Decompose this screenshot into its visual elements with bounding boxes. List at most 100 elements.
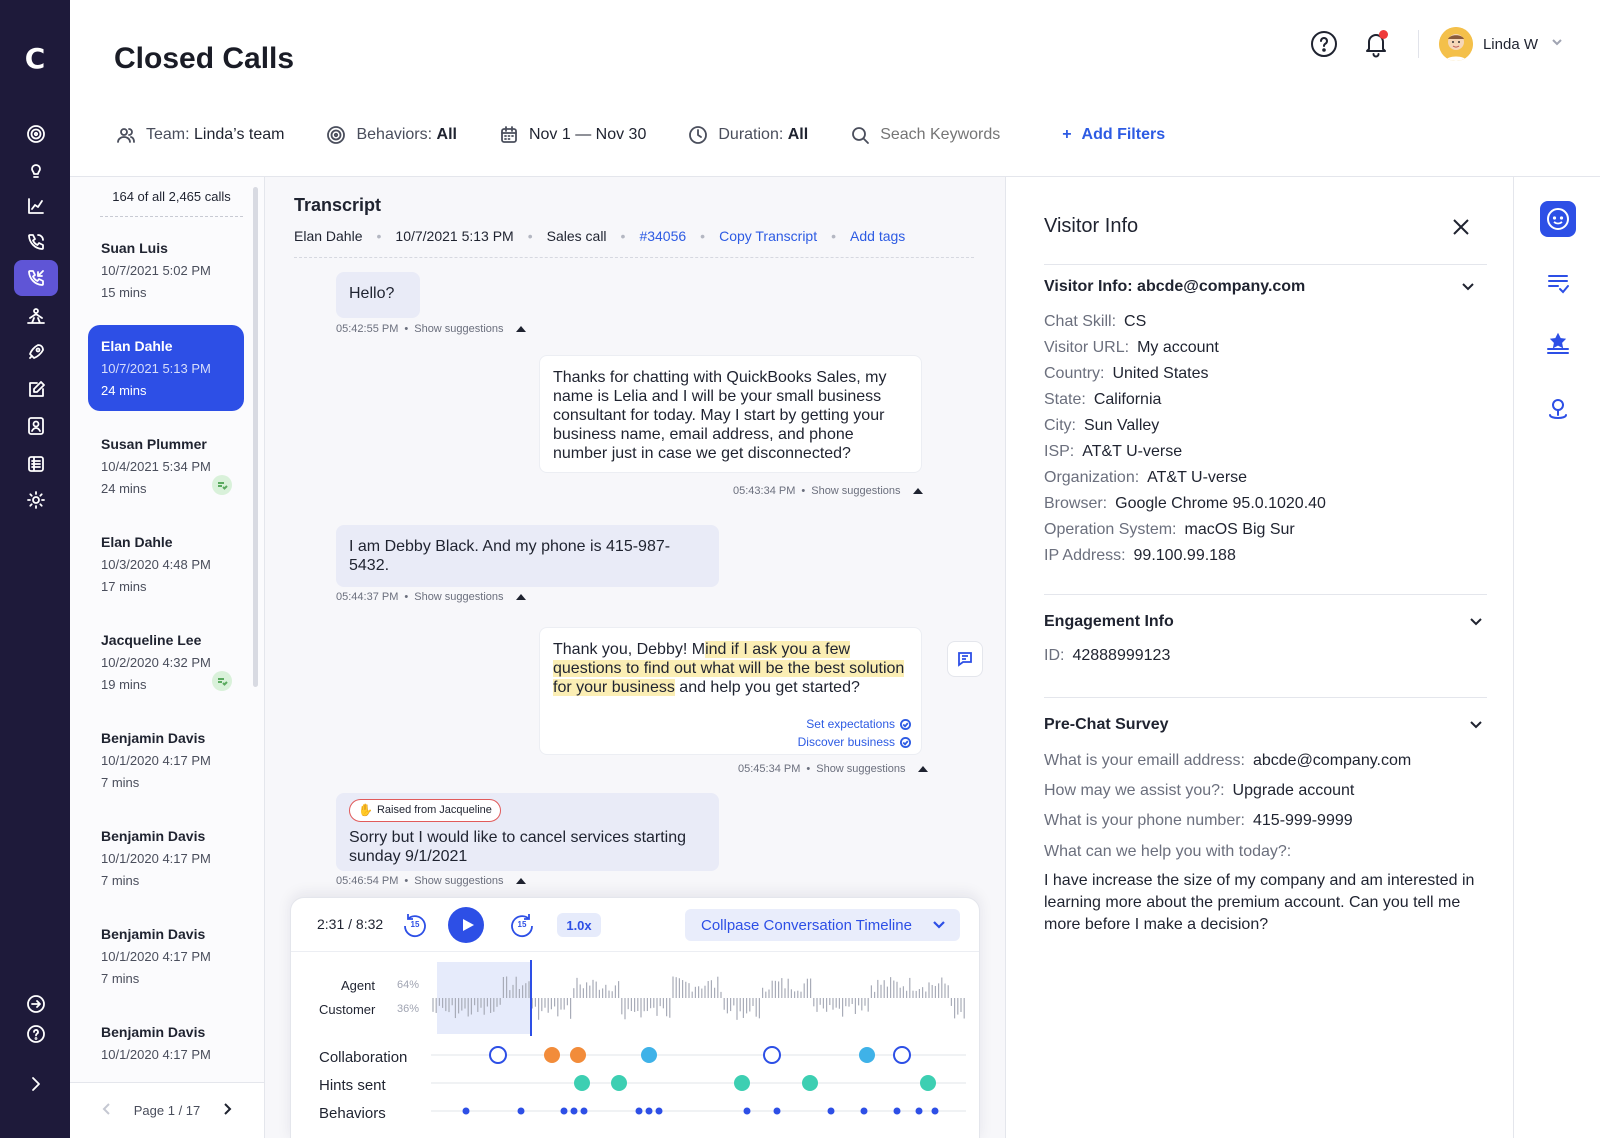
analytics-icon[interactable] (14, 188, 58, 224)
call-item[interactable]: Elan Dahle 10/3/2020 4:48 PM 17 mins (88, 521, 244, 607)
assistant-bot-icon[interactable] (1540, 201, 1576, 237)
call-list-scrollbar[interactable] (253, 187, 258, 687)
target-icon[interactable] (14, 116, 58, 152)
ticket-link[interactable]: #34056 (639, 228, 686, 244)
reports-icon[interactable] (14, 446, 58, 482)
help-icon[interactable] (1310, 30, 1338, 58)
skip-forward-icon[interactable]: 15 (508, 911, 536, 939)
call-item[interactable]: Benjamin Davis 10/1/2020 4:17 PM (88, 1011, 244, 1059)
chevron-down-icon[interactable] (1469, 615, 1483, 634)
call-item-name: Susan Plummer (101, 436, 207, 452)
behaviors-label: Behaviors (319, 1105, 386, 1122)
chevron-down-icon[interactable] (1550, 35, 1564, 54)
caret-up-icon[interactable] (912, 488, 923, 494)
user-name[interactable]: Linda W (1483, 36, 1538, 53)
waveform[interactable] (431, 960, 971, 1040)
users-icon (117, 128, 135, 143)
show-suggestions-link[interactable]: Show suggestions (816, 763, 905, 775)
play-icon (462, 919, 474, 931)
call-item[interactable]: Benjamin Davis 10/1/2020 4:17 PM 7 mins (88, 913, 244, 999)
show-suggestions-link[interactable]: Show suggestions (414, 875, 503, 887)
engagement-info-section-header[interactable]: Engagement Info (1044, 613, 1487, 631)
reviewed-badge-icon (212, 475, 232, 495)
location-pin-icon[interactable] (1540, 391, 1576, 427)
call-item[interactable]: Benjamin Davis 10/1/2020 4:17 PM 7 mins (88, 815, 244, 901)
pre-chat-survey-section-header[interactable]: Pre-Chat Survey (1044, 716, 1487, 734)
duration-filter[interactable]: Duration: All (688, 125, 808, 145)
transcript-divider (294, 257, 974, 258)
call-item[interactable]: Susan Plummer 10/4/2021 5:34 PM 24 mins (88, 423, 244, 509)
transcript-datetime: 10/7/2021 5:13 PM (395, 228, 514, 244)
search-input[interactable] (880, 126, 1021, 144)
visitor-field: Operation System: macOS Big Sur (1044, 521, 1295, 538)
collapse-timeline-button[interactable]: Collpase Conversation Timeline (685, 909, 960, 941)
transcript-type: Sales call (546, 228, 607, 244)
rocket-icon[interactable] (14, 334, 58, 370)
playback-speed-button[interactable]: 1.0x (557, 913, 601, 937)
expand-nav-icon[interactable] (14, 1066, 58, 1102)
app-logo[interactable]: C (0, 42, 70, 75)
call-item[interactable]: Suan Luis 10/7/2021 5:02 PM 15 mins (88, 227, 244, 313)
copy-transcript-link[interactable]: Copy Transcript (719, 228, 817, 244)
ratings-icon[interactable] (1540, 327, 1576, 363)
skip-back-icon[interactable]: 15 (401, 911, 429, 939)
help-nav-icon[interactable] (14, 1016, 58, 1052)
show-suggestions-link[interactable]: Show suggestions (414, 323, 503, 335)
right-rail (1513, 177, 1600, 1138)
behavior-tag[interactable]: Discover business (798, 733, 911, 752)
lightbulb-icon[interactable] (14, 152, 58, 188)
chevron-down-icon[interactable] (1469, 718, 1483, 737)
behavior-tag[interactable]: Set expectations (806, 715, 911, 734)
coaching-icon[interactable] (14, 298, 58, 334)
call-item[interactable]: Benjamin Davis 10/1/2020 4:17 PM 7 mins (88, 717, 244, 803)
message-meta: 05:46:54 PM • Show suggestions (336, 875, 526, 887)
hint-icon (920, 1075, 936, 1091)
message-time: 05:44:37 PM (336, 591, 399, 603)
visitor-field: IP Address: 99.100.99.188 (1044, 547, 1236, 564)
close-icon[interactable] (1451, 217, 1471, 237)
transcript-agent: Elan Dahle (294, 228, 363, 244)
prev-page-icon[interactable] (100, 1102, 114, 1119)
next-page-icon[interactable] (220, 1102, 234, 1119)
avatar[interactable] (1438, 27, 1473, 61)
comment-button[interactable] (947, 641, 983, 677)
add-tags-link[interactable]: Add tags (850, 228, 905, 244)
edit-icon[interactable] (14, 372, 58, 408)
section-divider (1044, 594, 1487, 595)
call-item-selected[interactable]: Elan Dahle 10/7/2021 5:13 PM 24 mins (88, 325, 244, 411)
show-suggestions-link[interactable]: Show suggestions (414, 591, 503, 603)
add-filters-button[interactable]: + Add Filters (1062, 126, 1165, 144)
call-item-name: Benjamin Davis (101, 926, 206, 942)
call-item[interactable]: Jacqueline Lee 10/2/2020 4:32 PM 19 mins (88, 619, 244, 705)
date-filter[interactable]: Nov 1 — Nov 30 (499, 125, 646, 145)
phone-icon[interactable] (14, 224, 58, 260)
caret-up-icon[interactable] (515, 326, 526, 332)
call-item-name: Jacqueline Lee (101, 632, 202, 648)
contacts-icon[interactable] (14, 408, 58, 444)
section-divider (1044, 697, 1487, 698)
closed-calls-icon[interactable] (14, 260, 58, 296)
checklist-icon[interactable] (1540, 265, 1576, 301)
event-timeline (431, 1046, 966, 1115)
message-time: 05:45:34 PM (738, 763, 801, 775)
call-item-date: 10/1/2020 4:17 PM (101, 753, 211, 768)
calendar-icon (501, 126, 517, 143)
message-meta: 05:42:55 PM • Show suggestions (336, 323, 526, 335)
chevron-down-icon[interactable] (1461, 280, 1475, 299)
message-time: 05:43:34 PM (733, 485, 796, 497)
visitor-info-section-header[interactable]: Visitor Info: abcde@company.com (1044, 278, 1487, 296)
notification-bell-icon[interactable] (1362, 30, 1390, 58)
duration-filter-value: All (787, 126, 809, 143)
behaviors-filter[interactable]: Behaviors: All (326, 125, 457, 145)
transcript-meta: Elan Dahle • 10/7/2021 5:13 PM • Sales cal… (294, 228, 906, 244)
caret-up-icon[interactable] (515, 594, 526, 600)
team-filter[interactable]: Team: Linda’s team (116, 125, 284, 145)
keyword-search[interactable] (850, 125, 1021, 145)
caret-up-icon[interactable] (917, 766, 928, 772)
playhead[interactable] (530, 960, 532, 1036)
settings-icon[interactable] (14, 482, 58, 518)
play-button[interactable] (448, 907, 484, 943)
call-item-duration: 7 mins (101, 873, 140, 888)
show-suggestions-link[interactable]: Show suggestions (811, 485, 900, 497)
caret-up-icon[interactable] (515, 878, 526, 884)
